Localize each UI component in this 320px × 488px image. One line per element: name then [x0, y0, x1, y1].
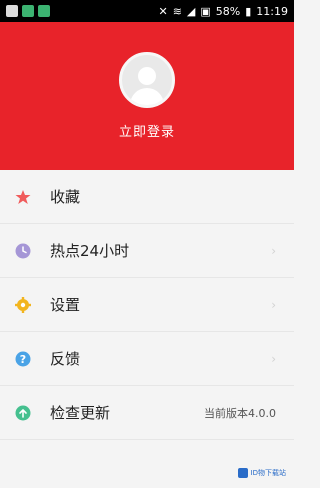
menu-item-label: 收藏 — [50, 188, 81, 206]
settings-menu: 收藏 热点24小时 › 设置 › ? 反馈 › 检查更新 当前版本4.0.0 — [0, 170, 294, 440]
watermark: ID物下载站 — [237, 468, 286, 478]
clock-icon — [14, 242, 32, 260]
watermark-text: ID物下载站 — [250, 469, 286, 477]
notification-area — [6, 5, 50, 17]
avatar-head-shape — [138, 67, 156, 85]
star-icon — [14, 188, 32, 206]
menu-item-favorites[interactable]: 收藏 — [0, 170, 294, 224]
avatar[interactable] — [119, 52, 175, 108]
battery-icon: ▮ — [245, 4, 252, 18]
status-bar: ✕ ≋ ◢ ▣ 58% ▮ 11:19 — [0, 0, 294, 22]
menu-item-check-update[interactable]: 检查更新 当前版本4.0.0 — [0, 386, 294, 440]
mute-icon: ✕ — [158, 4, 168, 18]
current-version-text: 当前版本4.0.0 — [204, 406, 276, 420]
upload-icon — [14, 404, 32, 422]
profile-header: 立即登录 — [0, 22, 294, 170]
menu-item-label: 热点24小时 — [50, 242, 130, 260]
menu-item-feedback[interactable]: ? 反馈 › — [0, 332, 294, 386]
chevron-right-icon: › — [271, 243, 276, 258]
menu-item-settings[interactable]: 设置 › — [0, 278, 294, 332]
chevron-right-icon: › — [271, 297, 276, 312]
image-notification-icon — [6, 5, 18, 17]
help-icon: ? — [14, 350, 32, 368]
clock-time: 11:19 — [256, 4, 288, 18]
gear-icon — [14, 296, 32, 314]
wifi-icon: ≋ — [172, 4, 182, 18]
login-button[interactable]: 立即登录 — [119, 121, 175, 140]
system-status-area: ✕ ≋ ◢ ▣ 58% ▮ 11:19 — [158, 6, 288, 17]
menu-item-label: 检查更新 — [50, 404, 111, 422]
signal-icon: ◢ — [186, 4, 196, 18]
menu-item-label: 设置 — [50, 296, 81, 314]
watermark-logo-icon — [237, 468, 248, 478]
menu-item-hot-24h[interactable]: 热点24小时 › — [0, 224, 294, 278]
sim-icon: ▣ — [200, 4, 211, 18]
menu-item-label: 反馈 — [50, 350, 81, 368]
avatar-body-shape — [130, 88, 164, 105]
chevron-right-icon: › — [271, 351, 276, 366]
download-notification-icon — [38, 5, 50, 17]
battery-percent: 58% — [215, 4, 241, 18]
download-notification-icon — [22, 5, 34, 17]
svg-text:?: ? — [20, 353, 26, 366]
